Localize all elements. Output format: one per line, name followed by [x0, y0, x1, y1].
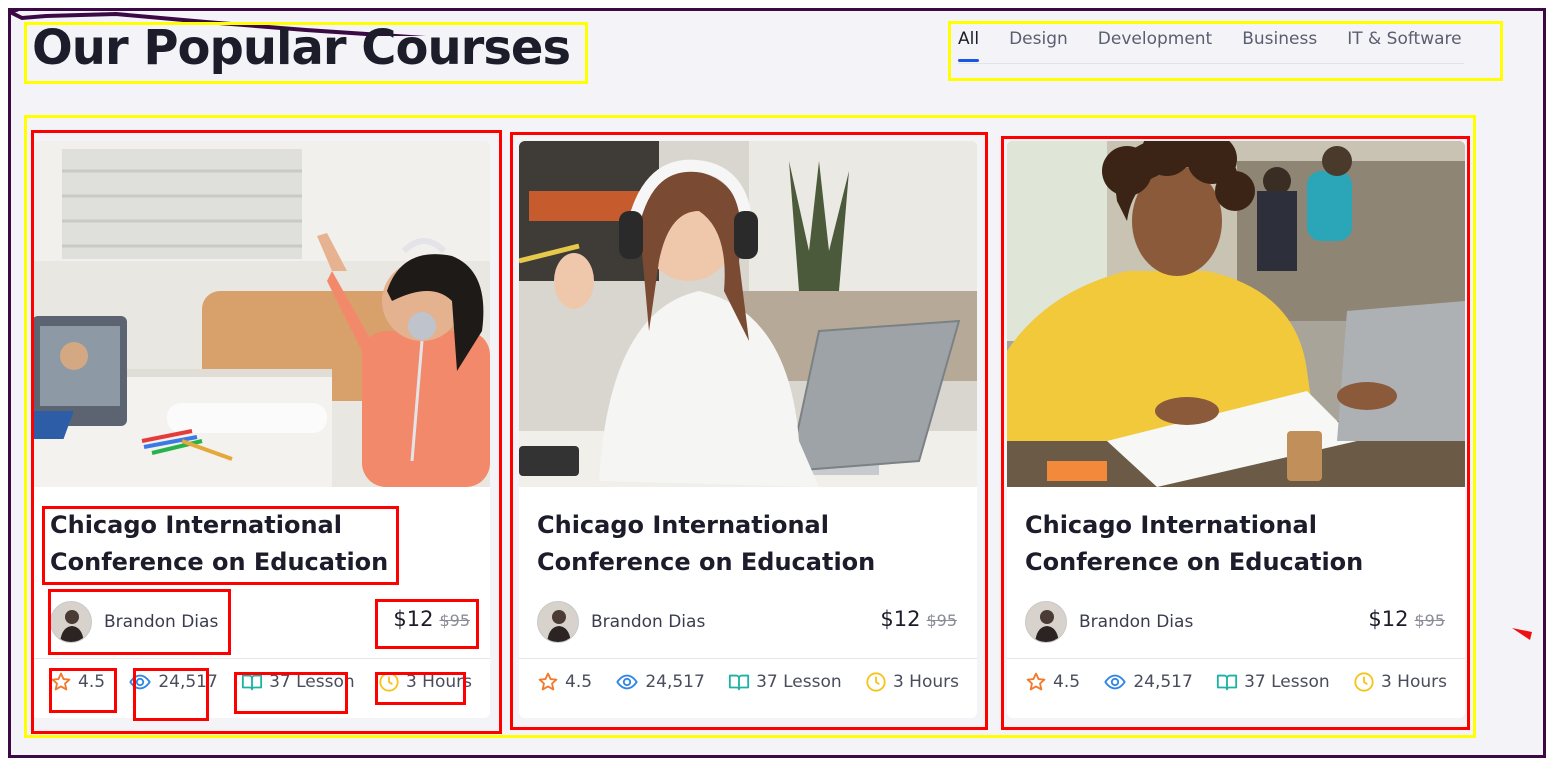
annotation-box-course-title [42, 506, 399, 585]
annotation-box-price [375, 599, 479, 649]
annotation-box-author [48, 589, 231, 655]
annotation-box-views [133, 668, 209, 721]
annotation-box-card [510, 132, 988, 730]
pointer-mark [1512, 628, 1532, 640]
annotation-box-title [24, 22, 588, 84]
annotation-box-lessons [234, 672, 348, 714]
annotation-box-card [1001, 136, 1470, 730]
annotation-box-tabs [948, 21, 1503, 81]
annotation-box-duration [375, 672, 466, 705]
annotation-box-rating [49, 668, 117, 713]
